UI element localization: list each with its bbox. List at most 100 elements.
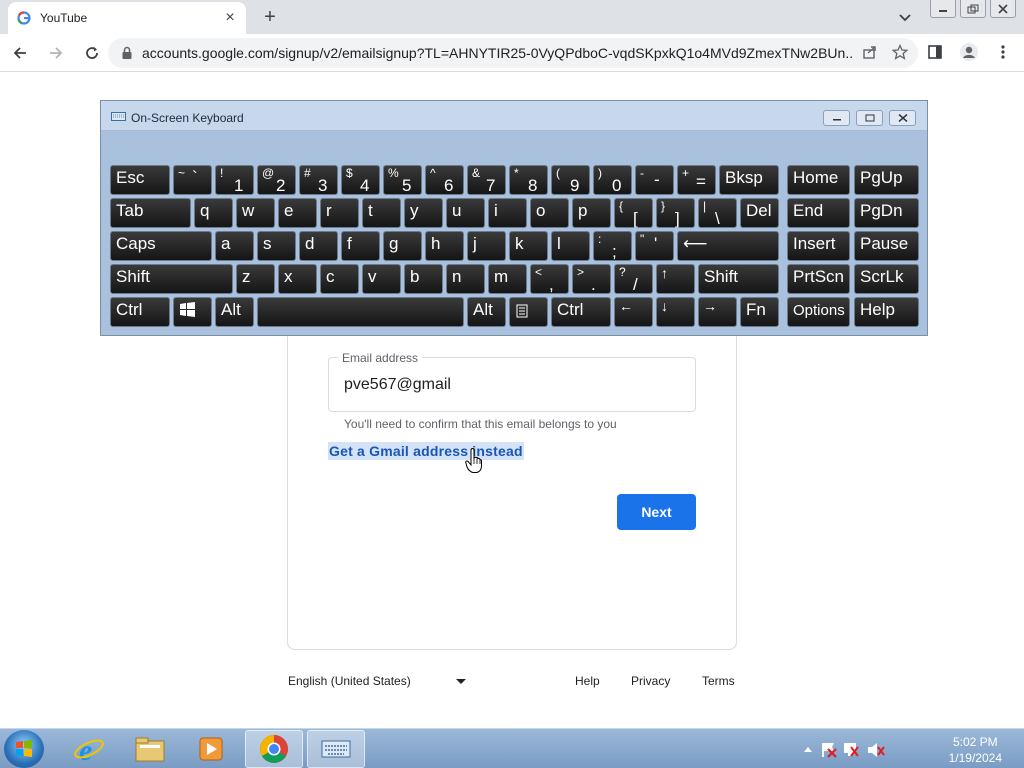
next-button[interactable]: Next (617, 494, 696, 530)
key-n[interactable]: n (446, 264, 485, 294)
key-fn[interactable]: Fn (740, 297, 779, 327)
osk-minimize-button[interactable] (823, 110, 850, 126)
key-pause[interactable]: Pause (854, 231, 919, 261)
key-scrlk[interactable]: ScrLk (854, 264, 919, 294)
share-icon[interactable] (862, 44, 878, 65)
key-7[interactable]: & 7 (467, 165, 506, 195)
close-window-button[interactable] (990, 0, 1016, 18)
key-g[interactable]: g (383, 231, 422, 261)
key-alt-left[interactable]: Alt (215, 297, 254, 327)
key-down-arrow[interactable]: ↓ (656, 297, 695, 327)
key-k[interactable]: k (509, 231, 548, 261)
tab-search-icon[interactable] (896, 8, 914, 26)
key-backslash[interactable]: | \ (698, 198, 737, 228)
key-end[interactable]: End (787, 198, 850, 228)
taskbar-file-explorer[interactable] (121, 730, 179, 768)
tab-close-icon[interactable]: × (222, 10, 238, 26)
key-equals[interactable]: + = (677, 165, 716, 195)
key-space[interactable] (257, 297, 464, 327)
start-button[interactable] (4, 730, 44, 768)
key-a[interactable]: a (215, 231, 254, 261)
taskbar-internet-explorer[interactable]: e (60, 730, 118, 768)
key-comma[interactable]: <, (530, 264, 569, 294)
key-9[interactable]: (9 (551, 165, 590, 195)
osk-close-button[interactable] (889, 110, 916, 126)
key-esc[interactable]: Esc (110, 165, 170, 195)
key-3[interactable]: #3 (299, 165, 338, 195)
key-tilde[interactable]: ~ ` (173, 165, 212, 195)
key-slash[interactable]: ? / (614, 264, 653, 294)
key-windows[interactable] (173, 297, 212, 327)
menu-kebab-icon[interactable] (990, 37, 1016, 67)
key-d[interactable]: d (299, 231, 338, 261)
new-tab-button[interactable]: + (258, 6, 282, 28)
key-x[interactable]: x (278, 264, 317, 294)
help-link[interactable]: Help (575, 674, 600, 688)
key-minus[interactable]: -- (635, 165, 674, 195)
key-b[interactable]: b (404, 264, 443, 294)
key-ctrl-left[interactable]: Ctrl (110, 297, 170, 327)
key-2[interactable]: @2 (257, 165, 296, 195)
email-field-value[interactable]: pve567@gmail (344, 376, 451, 394)
key-5[interactable]: % 5 (383, 165, 422, 195)
key-pgdn[interactable]: PgDn (854, 198, 919, 228)
key-shift-left[interactable]: Shift (110, 264, 233, 294)
key-4[interactable]: $4 (341, 165, 380, 195)
key-menu[interactable] (509, 297, 548, 327)
key-h[interactable]: h (425, 231, 464, 261)
profile-avatar[interactable] (956, 37, 982, 67)
key-semicolon[interactable]: :; (593, 231, 632, 261)
key-options[interactable]: Options (787, 297, 850, 327)
key-z[interactable]: z (236, 264, 275, 294)
key-pgup[interactable]: PgUp (854, 165, 919, 195)
key-period[interactable]: >. (572, 264, 611, 294)
key-prtscn[interactable]: PrtScn (787, 264, 850, 294)
terms-link[interactable]: Terms (702, 674, 735, 688)
key-1[interactable]: ! 1 (215, 165, 254, 195)
key-enter[interactable]: ⟵ (677, 231, 779, 261)
key-right-arrow[interactable]: → (698, 297, 737, 327)
restore-window-button[interactable] (960, 0, 986, 18)
key-t[interactable]: t (362, 198, 401, 228)
key-l[interactable]: l (551, 231, 590, 261)
key-o[interactable]: o (530, 198, 569, 228)
forward-button[interactable] (40, 37, 72, 69)
key-r[interactable]: r (320, 198, 359, 228)
address-bar[interactable]: accounts.google.com/signup/v2/emailsignu… (108, 38, 918, 68)
key-caps[interactable]: Caps (110, 231, 212, 261)
key-e[interactable]: e (278, 198, 317, 228)
language-select[interactable]: English (United States) (288, 674, 468, 688)
osk-restore-button[interactable] (856, 110, 883, 126)
key-right-bracket[interactable]: }] (656, 198, 695, 228)
key-v[interactable]: v (362, 264, 401, 294)
key-6[interactable]: ^ 6 (425, 165, 464, 195)
side-panel-icon[interactable] (922, 37, 948, 67)
key-shift-right[interactable]: Shift (698, 264, 779, 294)
taskbar-on-screen-keyboard[interactable] (307, 730, 365, 768)
tray-icons[interactable] (800, 729, 920, 768)
key-left-bracket[interactable]: {[ (614, 198, 653, 228)
key-backspace[interactable]: Bksp (719, 165, 779, 195)
key-quote[interactable]: " ' (635, 231, 674, 261)
key-m[interactable]: m (488, 264, 527, 294)
key-s[interactable]: s (257, 231, 296, 261)
key-up-arrow[interactable]: ↑ (656, 264, 695, 294)
minimize-window-button[interactable] (930, 0, 956, 18)
key-p[interactable]: p (572, 198, 611, 228)
privacy-link[interactable]: Privacy (631, 674, 670, 688)
key-left-arrow[interactable]: ← (614, 297, 653, 327)
key-f[interactable]: f (341, 231, 380, 261)
key-q[interactable]: q (194, 198, 233, 228)
get-gmail-address-link[interactable]: Get a Gmail address instead (328, 442, 524, 460)
taskbar-chrome[interactable] (245, 730, 303, 768)
key-home[interactable]: Home (787, 165, 850, 195)
tab-youtube[interactable]: YouTube × (8, 2, 246, 34)
reload-button[interactable] (76, 37, 108, 69)
back-button[interactable] (4, 37, 36, 69)
bookmark-star-icon[interactable] (891, 43, 909, 65)
key-w[interactable]: w (236, 198, 275, 228)
key-tab[interactable]: Tab (110, 198, 191, 228)
key-c[interactable]: c (320, 264, 359, 294)
taskbar-media-player[interactable] (182, 730, 240, 768)
key-8[interactable]: * 8 (509, 165, 548, 195)
